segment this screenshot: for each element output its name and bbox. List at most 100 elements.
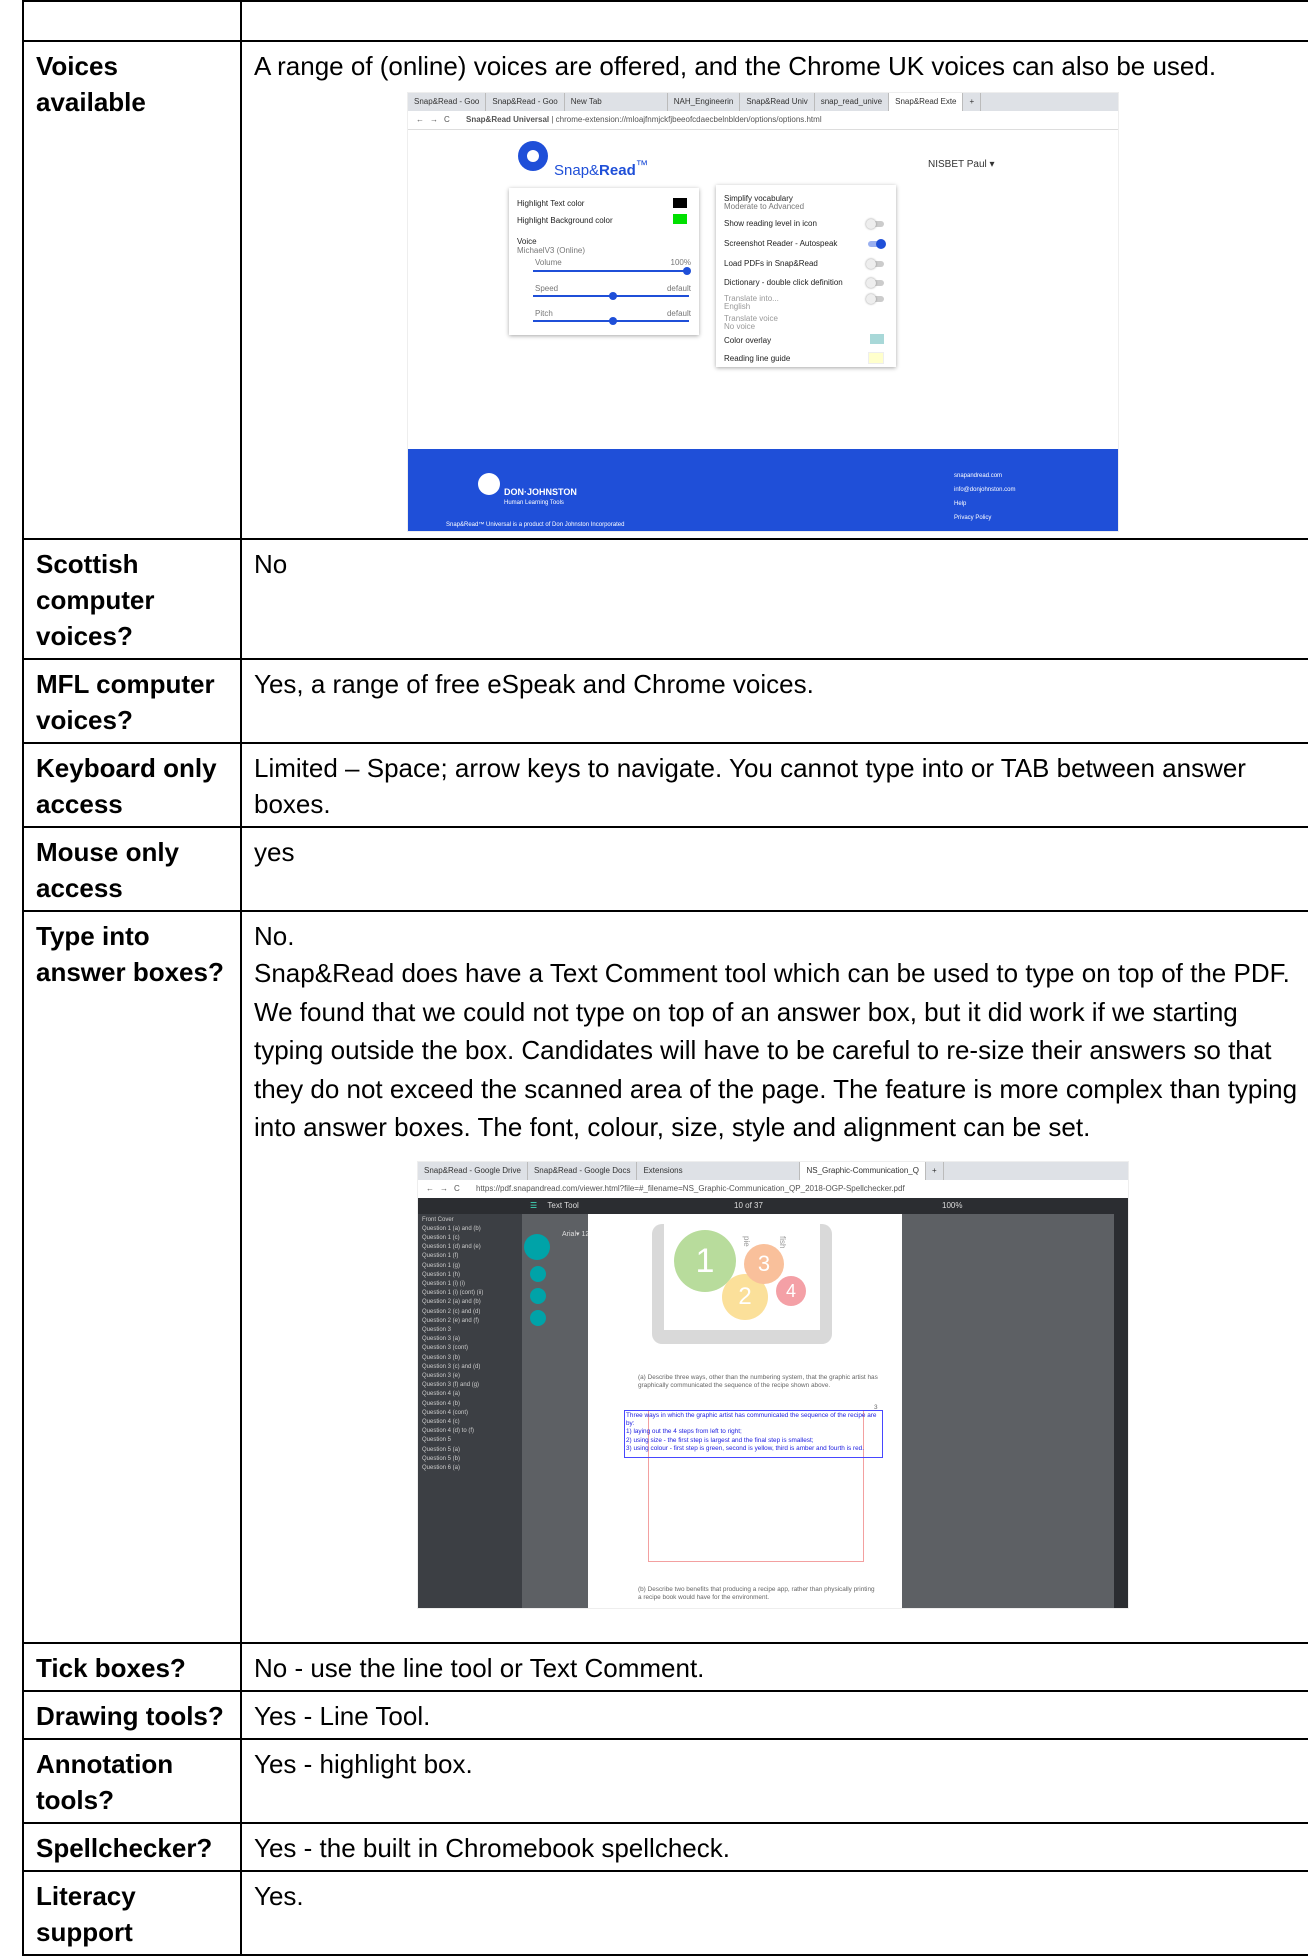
text-tool-label: Text Tool <box>547 1200 579 1210</box>
table-row: Scottish computer voices? No <box>22 538 1308 660</box>
screenshot-reader-label: Screenshot Reader - Autospeak <box>724 239 838 248</box>
tablet-image: 1 2 3 4 fish pie <box>652 1223 832 1344</box>
address-url: Snap&Read Universal | chrome-extension:/… <box>466 115 822 124</box>
browser-tab: Snap&Read - Goo <box>408 93 487 111</box>
row-value: Yes - Line Tool. <box>240 1690 1308 1740</box>
translate-voice-value: No voice <box>724 322 756 331</box>
outline-item: Question 3 (f) and (g) <box>422 1382 480 1389</box>
table-row: Voices available A range of (online) voi… <box>22 40 1308 540</box>
footer-links: snapandread.com info@donjohnston.com Hel… <box>954 469 1015 525</box>
outline-list: Front Cover Question 1 (a) and (b) Questio… <box>418 1214 522 1476</box>
outline-item: Question 3 (c) and (d) <box>422 1363 481 1370</box>
snapread-logo-icon <box>518 141 548 171</box>
voice-settings-card: Highlight Text color Highlight Backgroun… <box>509 188 699 335</box>
table-row: MFL computer voices? Yes, a range of fre… <box>22 658 1308 744</box>
nav-arrows-icon: ←→C <box>426 1183 466 1193</box>
browser-tab: Snap&Read - Google Drive <box>418 1161 528 1180</box>
tablet-screen: 1 2 3 4 fish pie <box>664 1223 820 1330</box>
row-label: Voices available <box>22 40 242 540</box>
show-level-toggle <box>866 219 884 229</box>
type-answer-text: Snap&Read does have a Text Comment tool … <box>254 958 1298 1142</box>
pitch-value: default <box>666 309 691 318</box>
outline-item: Question 5 (a) <box>422 1446 461 1453</box>
simplify-value: Moderate to Advanced <box>724 202 805 211</box>
close-tools-button <box>524 1233 550 1260</box>
snapread-options-screenshot: Snap&Read - Goo Snap&Read - Goo New Tab … <box>407 92 1119 532</box>
row-label: Type into answer boxes? <box>22 910 242 1644</box>
viewer-toolbar: ☰ Text Tool 10 of 37 100% <box>522 1197 1128 1214</box>
outline-item: Question 5 <box>422 1437 452 1444</box>
table-row: Keyboard only access Limited – Space; ar… <box>22 742 1308 828</box>
image-caption: fish pie <box>742 1235 787 1248</box>
speed-value: default <box>666 284 691 293</box>
highlight-text-label: Highlight Text color <box>517 199 585 208</box>
dictionary-toggle <box>866 278 884 288</box>
outline-item: Question 4 (a) <box>422 1391 461 1398</box>
color-overlay-label: Color overlay <box>724 336 772 345</box>
browser-tab: Extensions <box>637 1161 801 1180</box>
row-label: Drawing tools? <box>22 1690 242 1740</box>
outline-item: Question 1 (g) <box>422 1262 461 1269</box>
load-pdfs-toggle <box>866 259 884 269</box>
volume-value: 100% <box>670 258 691 267</box>
row-label: Mouse only access <box>22 826 242 912</box>
outline-item: Question 1 (c) <box>422 1234 460 1241</box>
row-value: yes <box>240 826 1308 912</box>
outline-item: Question 4 (c) <box>422 1418 460 1425</box>
row-label: Literacy support <box>22 1870 242 1956</box>
footer-link: Privacy Policy <box>954 515 992 521</box>
outline-item: Question 4 (cont) <box>422 1409 469 1416</box>
outline-item: Question 1 (a) and (b) <box>422 1225 481 1232</box>
browser-tab-strip: Snap&Read - Google Drive Snap&Read - Goo… <box>418 1161 1128 1180</box>
menu-icon: ☰ <box>530 1200 538 1210</box>
row-value: No <box>240 538 1308 660</box>
browser-tab: Snap&Read Univ <box>740 93 815 111</box>
document-page: Voices available A range of (online) voi… <box>0 0 1308 1956</box>
table-row: Tick boxes? No - use the line tool or Te… <box>22 1642 1308 1692</box>
speed-knob <box>609 292 617 300</box>
address-bar: ←→C https://pdf.snapandread.com/viewer.h… <box>418 1179 1128 1199</box>
outline-item: Question 1 (i) (cont) (ii) <box>422 1290 484 1297</box>
footer-link: info@donjohnston.com <box>954 487 1016 493</box>
snapread-pdf-screenshot: Snap&Read - Google Drive Snap&Read - Goo… <box>417 1160 1129 1609</box>
user-menu: NISBET Paul ▾ <box>928 159 995 170</box>
browser-tab: Snap&Read Exte <box>889 93 964 111</box>
zoom-level: 100% <box>942 1200 963 1210</box>
screenshot-reader-toggle <box>868 239 886 249</box>
line-tool-button <box>530 1309 546 1326</box>
row-value: No. Snap&Read does have a Text Comment t… <box>240 910 1308 1644</box>
outline-item: Question 1 (i) (i) <box>422 1280 466 1287</box>
product-credit: Snap&Read™ Universal is a product of Don… <box>446 522 625 528</box>
volume-slider <box>533 270 689 272</box>
browser-tab: NS_Graphic-Communication_Q <box>800 1161 926 1180</box>
address-url: https://pdf.snapandread.com/viewer.html?… <box>476 1183 905 1193</box>
outline-item: Question 3 (cont) <box>422 1345 469 1352</box>
row-label: Keyboard only access <box>22 742 242 828</box>
highlight-tool-button <box>530 1287 546 1304</box>
reading-settings-card: Simplify vocabulary Moderate to Advanced… <box>716 185 896 367</box>
new-tab-icon: + <box>963 93 982 111</box>
reading-guide-label: Reading line guide <box>724 354 791 363</box>
table-row: Drawing tools? Yes - Line Tool. <box>22 1690 1308 1740</box>
table-row <box>22 0 1308 42</box>
evaluation-table: Voices available A range of (online) voi… <box>22 0 1308 1956</box>
row-label: Tick boxes? <box>22 1642 242 1692</box>
new-tab-icon: + <box>926 1161 944 1180</box>
row-label: Spellchecker? <box>22 1822 242 1872</box>
page-indicator: 10 of 37 <box>734 1200 763 1210</box>
don-johnston-logo-icon <box>478 473 500 495</box>
row-label: Annotation tools? <box>22 1738 242 1824</box>
table-row: Spellchecker? Yes - the built in Chromeb… <box>22 1822 1308 1872</box>
outline-item: Question 3 (b) <box>422 1354 461 1361</box>
volume-knob <box>683 267 691 275</box>
sidebar-toolbar <box>418 1197 522 1214</box>
text-tool-button <box>530 1265 546 1282</box>
outline-item: Question 2 (e) and (f) <box>422 1317 480 1324</box>
outline-item: Question 6 (a) <box>422 1464 461 1471</box>
browser-tab-strip: Snap&Read - Goo Snap&Read - Goo New Tab … <box>408 93 1118 111</box>
browser-tab: snap_read_unive <box>815 93 890 111</box>
translate-toggle <box>866 294 884 304</box>
row-value: Yes, a range of free eSpeak and Chrome v… <box>240 658 1308 744</box>
outline-item: Question 2 (c) and (d) <box>422 1308 481 1315</box>
outline-item: Question 4 (b) <box>422 1400 461 1407</box>
